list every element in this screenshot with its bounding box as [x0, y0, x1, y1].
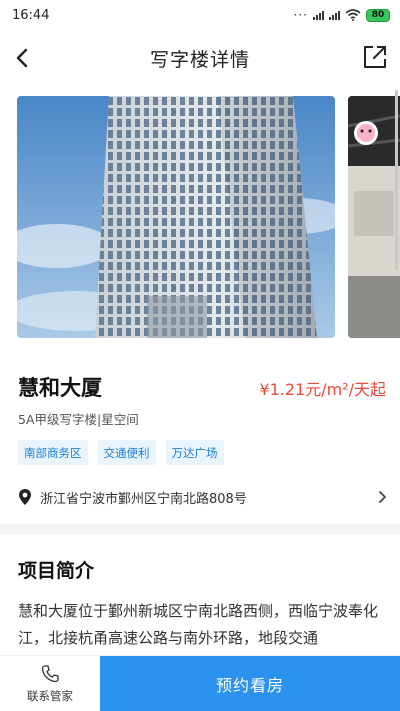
book-viewing-button[interactable]: 预约看房	[100, 656, 400, 711]
building-name: 慧和大厦	[18, 376, 102, 400]
building-subtitle: 5A甲级写字楼|星空间	[18, 412, 139, 427]
feature-tags: 南部商务区 交通便利 万达广场	[18, 440, 224, 465]
address-row[interactable]: 浙江省宁波市鄞州区宁南北路808号	[18, 482, 388, 512]
chevron-right-icon	[379, 491, 386, 503]
location-pin-icon	[19, 489, 31, 505]
signal-icon	[313, 10, 324, 20]
bottom-action-bar: 联系管家 预约看房	[0, 655, 400, 711]
nav-bar: 写字楼详情	[0, 36, 400, 80]
photo-gallery[interactable]	[17, 96, 400, 338]
intro-text: 慧和大厦位于鄞州新城区宁南北路西侧，西临宁波奉化江，北接杭甬高速公路与南外环路，…	[18, 602, 379, 647]
price-label: ¥1.21元/m²/天起	[259, 380, 386, 399]
scrollbar[interactable]	[395, 90, 398, 270]
contact-manager-button[interactable]: 联系管家	[0, 656, 100, 711]
section-divider	[0, 524, 400, 534]
battery-icon: 80	[366, 8, 390, 22]
contact-label: 联系管家	[27, 688, 73, 703]
status-icons: ··· 80	[294, 8, 390, 22]
page-title: 写字楼详情	[149, 48, 250, 71]
back-arrow-icon[interactable]	[10, 44, 38, 72]
tag-transport: 交通便利	[97, 440, 156, 465]
intro-title: 项目简介	[18, 560, 95, 582]
building-photo[interactable]	[17, 96, 335, 338]
status-bar: 16:44 ··· 80	[0, 0, 400, 30]
share-icon[interactable]	[362, 44, 388, 70]
tag-wanda-plaza: 万达广场	[165, 440, 224, 465]
status-time: 16:44	[12, 7, 50, 23]
address-text: 浙江省宁波市鄞州区宁南北路808号	[40, 491, 247, 507]
signal-2-icon	[329, 10, 340, 20]
phone-icon	[41, 664, 59, 682]
wifi-icon	[345, 9, 361, 21]
notification-dots-icon: ···	[293, 8, 308, 22]
interior-photo[interactable]	[348, 96, 400, 338]
tag-business-district: 南部商务区	[18, 440, 88, 465]
